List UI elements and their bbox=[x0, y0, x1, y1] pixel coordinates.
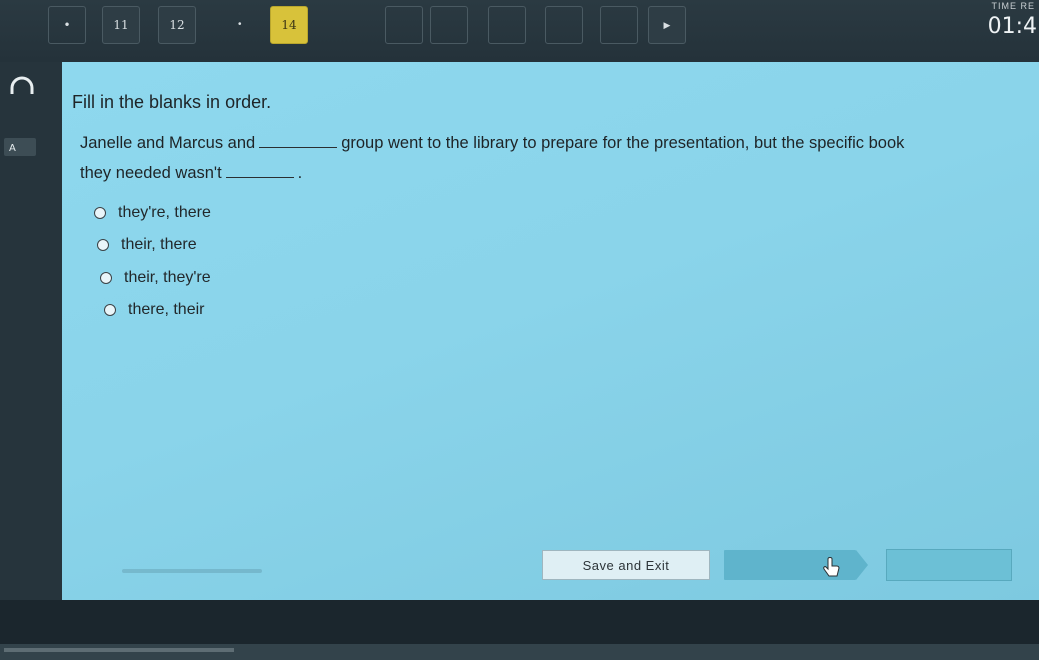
hint-link[interactable] bbox=[122, 567, 262, 577]
play-icon: ▶ bbox=[663, 19, 671, 30]
question-nav-button-14[interactable]: 14 bbox=[270, 6, 308, 44]
status-text-blurred bbox=[4, 646, 234, 656]
question-nav-button-11[interactable]: 11 bbox=[102, 6, 140, 44]
question-nav-button-12[interactable]: 12 bbox=[158, 6, 196, 44]
bottom-bar bbox=[0, 600, 1039, 660]
radio-button[interactable] bbox=[100, 272, 112, 284]
tool-sidebar: A bbox=[0, 62, 62, 622]
option-label: they're, there bbox=[118, 204, 211, 221]
dot-icon: • bbox=[63, 18, 71, 32]
answer-option[interactable]: their, there bbox=[97, 236, 197, 254]
hand-cursor-icon bbox=[822, 557, 842, 585]
question-text-part: they needed wasn't bbox=[80, 164, 222, 182]
headphones-icon[interactable] bbox=[8, 76, 36, 99]
question-number: 11 bbox=[113, 18, 129, 32]
radio-button[interactable] bbox=[94, 207, 106, 219]
next-button[interactable] bbox=[886, 549, 1012, 581]
question-number: 12 bbox=[169, 18, 185, 32]
question-nav-button[interactable] bbox=[488, 6, 526, 44]
option-label: their, they're bbox=[124, 269, 211, 286]
question-nav-button[interactable] bbox=[385, 6, 423, 44]
question-text: Janelle and Marcus and group went to the … bbox=[80, 128, 1030, 188]
option-label: there, their bbox=[128, 301, 205, 318]
question-panel: Fill in the blanks in order. Janelle and… bbox=[62, 62, 1039, 600]
blank-2 bbox=[225, 163, 294, 178]
question-text-part: Janelle and Marcus and bbox=[80, 134, 256, 152]
translate-icon[interactable]: A bbox=[4, 136, 36, 161]
save-label: Save and Exit bbox=[582, 557, 670, 573]
question-nav-button[interactable] bbox=[430, 6, 468, 44]
timer: 01:4 bbox=[987, 14, 1037, 39]
question-nav-button[interactable]: • bbox=[48, 6, 86, 44]
answer-option[interactable]: their, they're bbox=[100, 269, 211, 287]
instruction-text: Fill in the blanks in order. bbox=[72, 92, 272, 112]
next-question-arrow[interactable]: ▶ bbox=[648, 6, 686, 44]
question-text-part: . bbox=[297, 164, 303, 182]
answer-option[interactable]: they're, there bbox=[94, 204, 211, 222]
question-text-part: group went to the library to prepare for… bbox=[341, 134, 905, 152]
blank-1 bbox=[259, 133, 338, 148]
dot-icon: • bbox=[238, 19, 242, 30]
question-number: 14 bbox=[281, 18, 297, 32]
status-strip bbox=[0, 644, 1039, 660]
answer-option[interactable]: there, their bbox=[104, 301, 204, 319]
question-nav-button[interactable] bbox=[600, 6, 638, 44]
radio-button[interactable] bbox=[104, 304, 116, 316]
option-label: their, there bbox=[121, 236, 197, 253]
top-navigation-bar: • 11 12 • 14 ▶ TIME RE 01:4 bbox=[0, 0, 1039, 62]
question-nav-button[interactable] bbox=[545, 6, 583, 44]
timer-label: TIME RE bbox=[991, 1, 1035, 11]
svg-text:A: A bbox=[9, 143, 16, 154]
radio-button[interactable] bbox=[97, 239, 109, 251]
save-and-exit-button[interactable]: Save and Exit bbox=[542, 550, 710, 580]
